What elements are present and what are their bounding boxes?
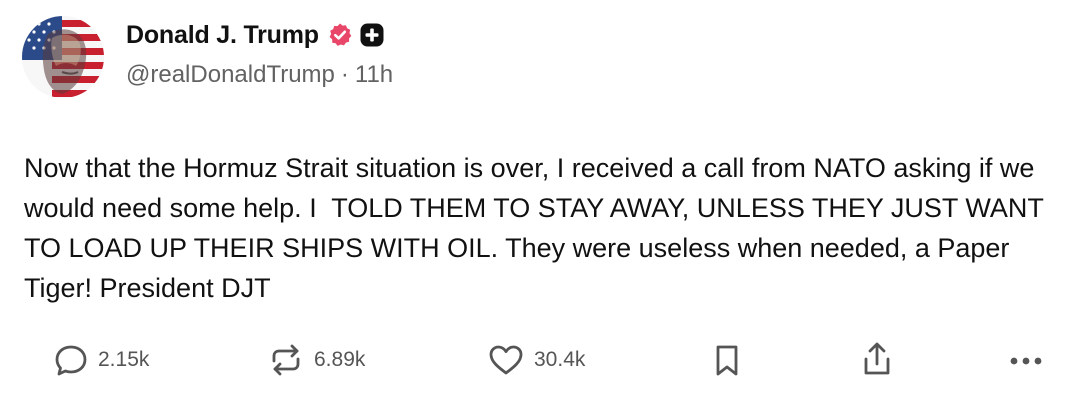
- bookmark-icon: [711, 341, 743, 379]
- name-row: Donald J. Trump: [126, 17, 393, 53]
- like-count: 30.4k: [534, 348, 586, 371]
- like-button[interactable]: 30.4k: [486, 336, 585, 384]
- repost-count: 6.89k: [314, 348, 366, 371]
- author-name[interactable]: Donald J. Trump: [126, 21, 319, 50]
- action-bar: 2.15k 6.89k 30.4k: [0, 336, 1080, 386]
- repost-button[interactable]: 6.89k: [266, 336, 365, 384]
- reply-button[interactable]: 2.15k: [52, 336, 149, 384]
- bookmark-button[interactable]: [711, 336, 743, 384]
- post-header: Donald J. Trump @realDonaldTrump · 11h: [126, 17, 393, 89]
- heart-icon: [486, 341, 526, 379]
- speech-bubble-icon: [52, 341, 90, 379]
- post-card: Donald J. Trump @realDonaldTrump · 11h N…: [0, 0, 1080, 405]
- ellipsis-icon: [1006, 341, 1046, 379]
- repost-arrows-icon: [266, 341, 306, 379]
- post-timestamp[interactable]: 11h: [355, 61, 393, 89]
- handle-row: @realDonaldTrump · 11h: [126, 61, 393, 89]
- verified-badge-icon: [327, 22, 353, 48]
- reply-count: 2.15k: [98, 348, 150, 371]
- share-upload-icon: [858, 340, 896, 380]
- share-button[interactable]: [858, 336, 896, 384]
- post-body-text: Now that the Hormuz Strait situation is …: [24, 153, 1051, 303]
- more-options-button[interactable]: [1006, 336, 1046, 384]
- author-handle[interactable]: @realDonaldTrump: [126, 61, 335, 89]
- plus-badge-icon: [359, 22, 385, 48]
- avatar[interactable]: [22, 16, 104, 98]
- separator-dot: ·: [340, 61, 349, 88]
